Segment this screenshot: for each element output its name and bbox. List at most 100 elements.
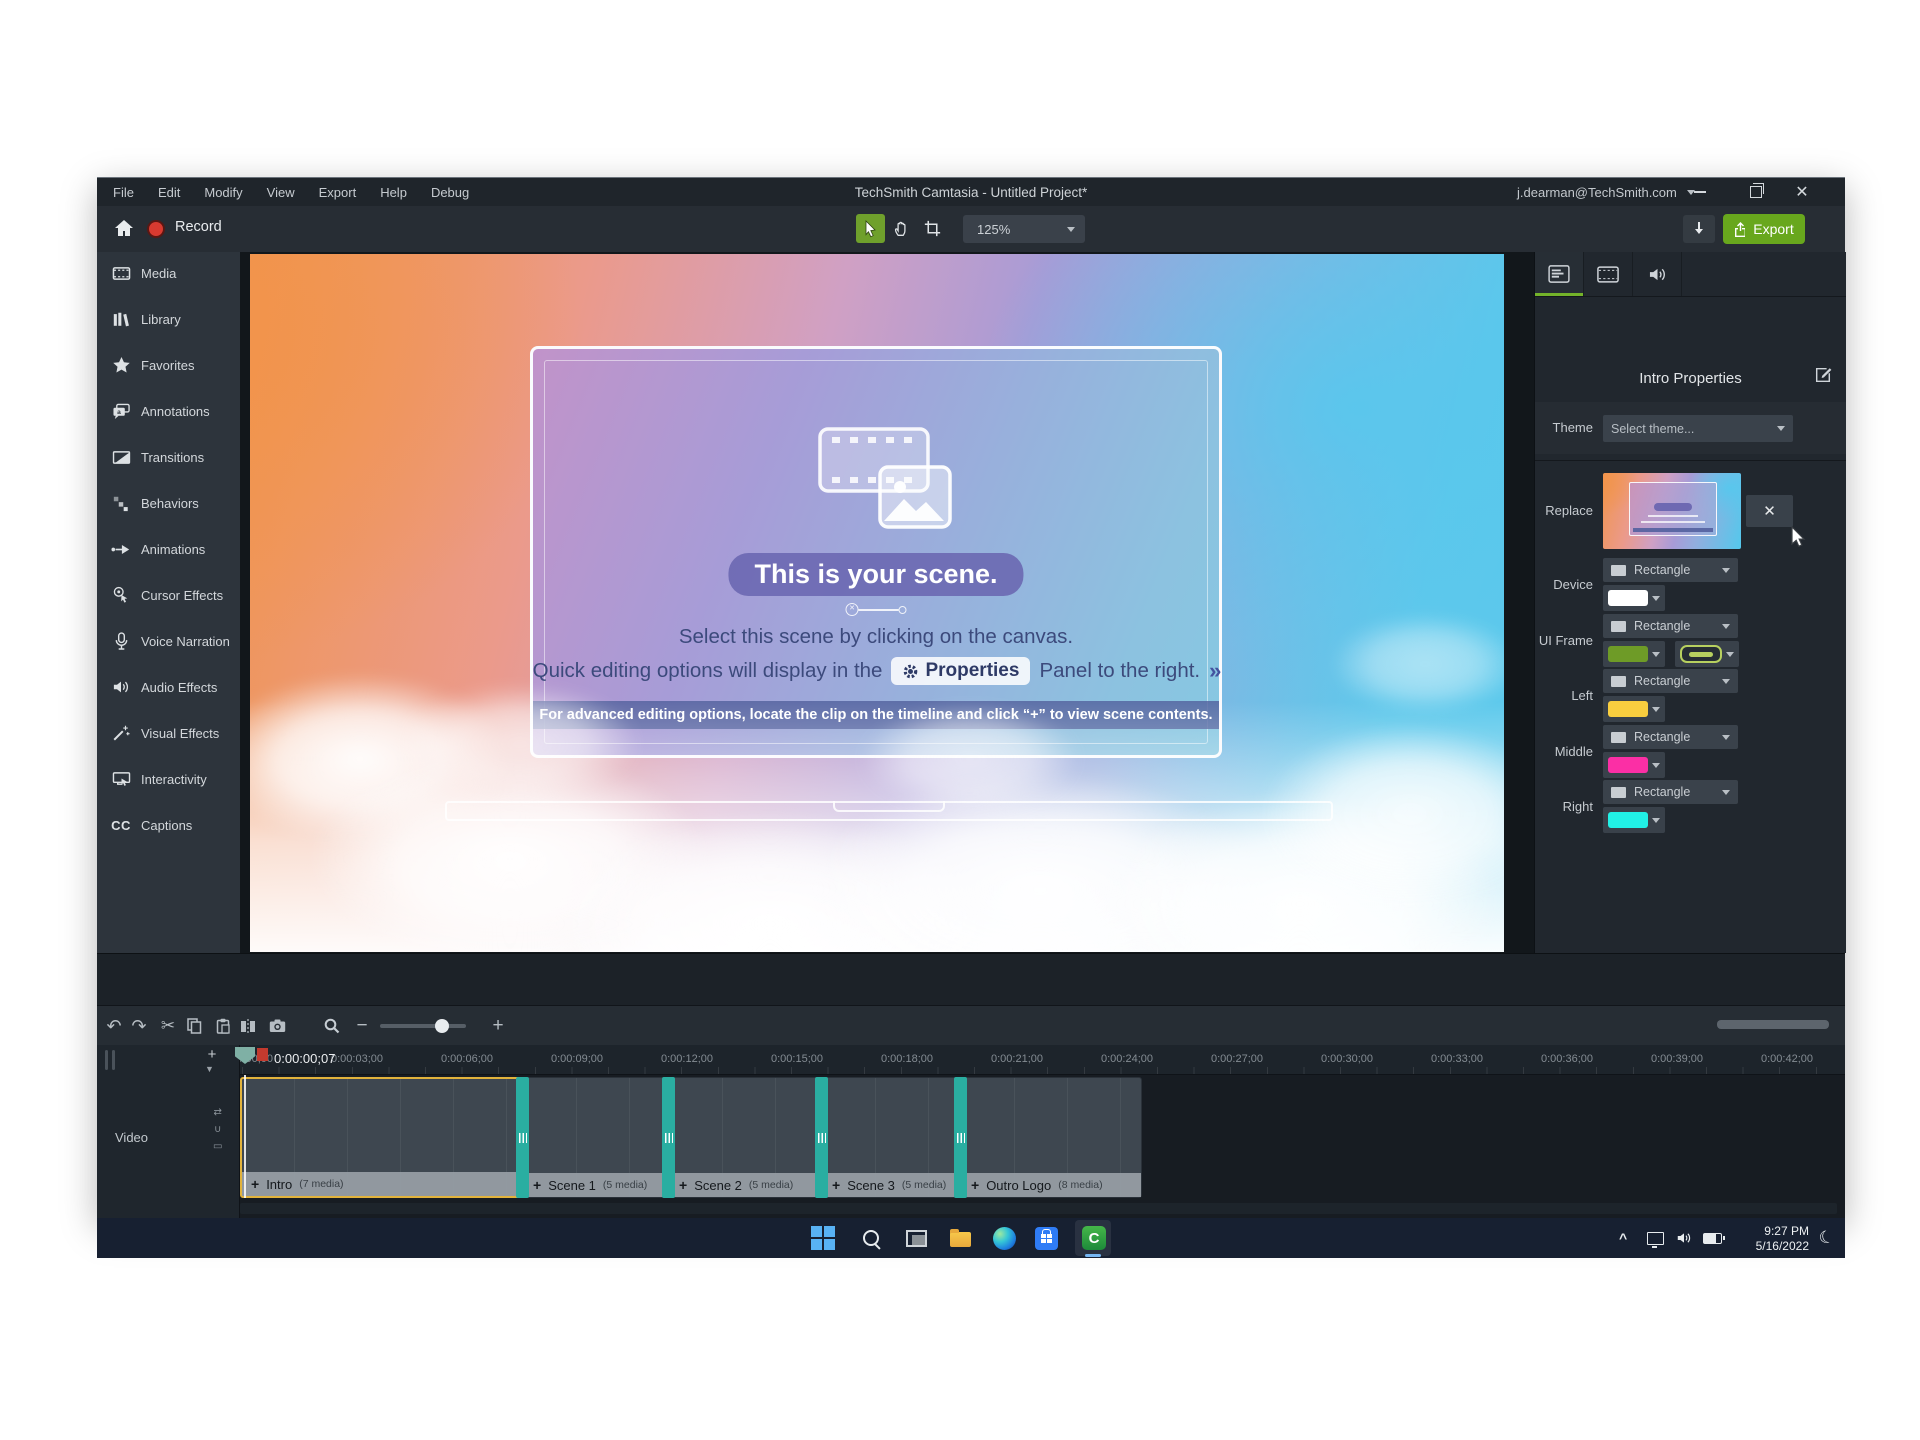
taskbar-clock[interactable]: 9:27 PM 5/16/2022 [1733,1224,1809,1253]
remove-replace-button[interactable]: ✕ [1746,495,1793,527]
thumbnail-text-line [1648,515,1698,517]
tray-chevron[interactable]: ^ [1619,1218,1627,1258]
tab-audio-properties[interactable] [1633,252,1682,296]
ui-frame-shape-dropdown[interactable]: Rectangle [1603,614,1738,638]
timeline-zoom-slider[interactable] [380,1024,466,1028]
expand-clip-icon[interactable]: + [533,1177,541,1193]
sidebar-item-voice-narration[interactable]: Voice Narration [97,626,240,656]
playhead-out-marker[interactable] [257,1048,268,1061]
menu-file[interactable]: File [113,185,134,200]
export-button[interactable]: Export [1723,214,1805,244]
home-button[interactable] [113,217,137,241]
clip-scene-2[interactable]: + Scene 2 (5 media) [669,1077,822,1198]
download-button[interactable] [1683,215,1715,243]
timeline-zoom-handle[interactable] [435,1019,449,1033]
middle-shape-dropdown[interactable]: Rectangle [1603,725,1738,749]
sidebar-item-animations[interactable]: Animations [97,534,240,564]
record-button[interactable]: Record [175,219,222,235]
theme-dropdown[interactable]: Select theme... [1603,415,1793,442]
camtasia-taskbar-button[interactable]: C [1081,1225,1107,1251]
file-explorer-button[interactable] [947,1225,973,1251]
canvas-zoom-dropdown[interactable]: 125% [963,215,1085,243]
redo-button[interactable]: ↷ [126,1006,152,1046]
sidebar-item-interactivity[interactable]: Interactivity [97,764,240,794]
paste-button[interactable] [210,1006,236,1046]
volume-tray-button[interactable] [1676,1218,1692,1258]
sidebar-item-library[interactable]: Library [97,304,240,334]
pan-tool-button[interactable] [887,214,916,243]
sidebar-item-transitions[interactable]: Transitions [97,442,240,472]
left-shape-dropdown[interactable]: Rectangle [1603,669,1738,693]
sidebar-item-media[interactable]: Media [97,258,240,288]
transition-marker[interactable] [954,1077,967,1198]
crop-tool-button[interactable] [918,214,947,243]
track-gain-control[interactable] [112,1050,115,1070]
playhead-time: 0:00:00;07 [274,1051,335,1066]
undo-button[interactable]: ↶ [101,1006,127,1046]
timeline-horizontal-scrollbar[interactable] [1717,1020,1829,1029]
sidebar-item-cursor-effects[interactable]: Cursor Effects [97,580,240,610]
record-icon[interactable] [147,220,165,238]
menu-modify[interactable]: Modify [204,185,242,200]
zoom-in-button[interactable]: + [485,1006,511,1046]
device-color-swatch[interactable] [1603,585,1665,611]
store-button[interactable] [1033,1225,1059,1251]
expand-clip-icon[interactable]: + [251,1176,259,1192]
start-button[interactable] [810,1225,836,1251]
account-menu[interactable]: j.dearman@TechSmith.com [1517,178,1695,206]
select-tool-button[interactable] [856,214,885,243]
scene-canvas[interactable]: This is your scene. ✕ Select this scene … [250,254,1504,952]
expand-clip-icon[interactable]: + [679,1177,687,1193]
split-button[interactable] [235,1006,261,1046]
clip-scene-1[interactable]: + Scene 1 (5 media) [523,1077,669,1198]
battery-tray-button[interactable] [1703,1218,1722,1258]
sidebar-item-audio-effects[interactable]: Audio Effects [97,672,240,702]
sidebar-item-behaviors[interactable]: Behaviors [97,488,240,518]
sidebar-item-annotations[interactable]: a Annotations [97,396,240,426]
right-shape-dropdown[interactable]: Rectangle [1603,780,1738,804]
copy-button[interactable] [181,1006,207,1046]
sidebar-item-visual-effects[interactable]: Visual Effects [97,718,240,748]
clip-scene-3[interactable]: + Scene 3 (5 media) [822,1077,961,1198]
close-button[interactable]: ✕ [1785,178,1819,206]
replace-thumbnail[interactable] [1603,473,1741,549]
transition-marker[interactable] [516,1077,529,1198]
zoom-out-button[interactable]: − [349,1006,375,1046]
playhead-line[interactable] [244,1075,246,1198]
clip-outro-logo[interactable]: + Outro Logo (8 media) [961,1077,1142,1198]
menu-debug[interactable]: Debug [431,185,469,200]
ui-frame-outline-swatch[interactable] [1675,641,1739,667]
task-view-button[interactable] [903,1225,929,1251]
rename-icon[interactable] [1814,366,1832,384]
sidebar-item-captions[interactable]: CC Captions [97,810,240,840]
add-track-button[interactable]: + [201,1047,223,1063]
middle-color-swatch[interactable] [1603,752,1665,778]
night-light-button[interactable]: ☾ [1819,1218,1834,1258]
ui-frame-fill-swatch[interactable] [1603,641,1665,667]
sidebar-item-favorites[interactable]: Favorites [97,350,240,380]
device-shape-dropdown[interactable]: Rectangle [1603,558,1738,582]
tab-clip-properties[interactable] [1584,252,1633,296]
transition-marker[interactable] [815,1077,828,1198]
menu-edit[interactable]: Edit [158,185,180,200]
minimize-button[interactable] [1683,178,1717,206]
network-tray-button[interactable] [1647,1218,1664,1258]
track-gain-control[interactable] [105,1050,108,1070]
expand-clip-icon[interactable]: + [971,1177,979,1193]
left-color-swatch[interactable] [1603,696,1665,722]
right-color-swatch[interactable] [1603,807,1665,833]
expand-clip-icon[interactable]: + [832,1177,840,1193]
zoom-timeline-button[interactable] [319,1006,345,1046]
cut-button[interactable]: ✂ [155,1006,181,1046]
tab-visual-properties[interactable] [1535,252,1584,296]
search-button[interactable] [858,1225,884,1251]
chevron-down-icon[interactable]: ▼ [205,1064,214,1074]
screenshot-button[interactable] [264,1006,290,1046]
menu-view[interactable]: View [267,185,295,200]
menu-export[interactable]: Export [319,185,357,200]
clip-intro[interactable]: + Intro (7 media) [240,1077,523,1198]
edge-button[interactable] [991,1225,1017,1251]
transition-marker[interactable] [662,1077,675,1198]
restore-button[interactable] [1739,178,1773,206]
menu-help[interactable]: Help [380,185,407,200]
